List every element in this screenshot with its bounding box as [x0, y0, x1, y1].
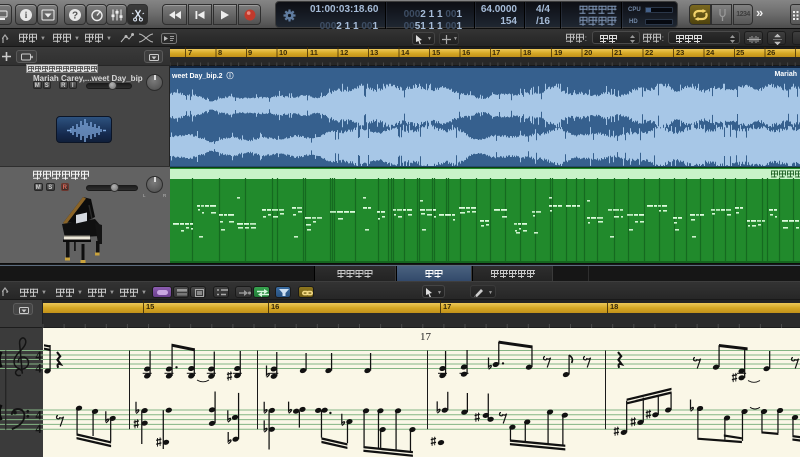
svg-text:17: 17	[420, 331, 432, 343]
svg-text:4: 4	[35, 408, 42, 422]
svg-text:4: 4	[35, 361, 42, 375]
svg-text:4: 4	[35, 422, 42, 436]
